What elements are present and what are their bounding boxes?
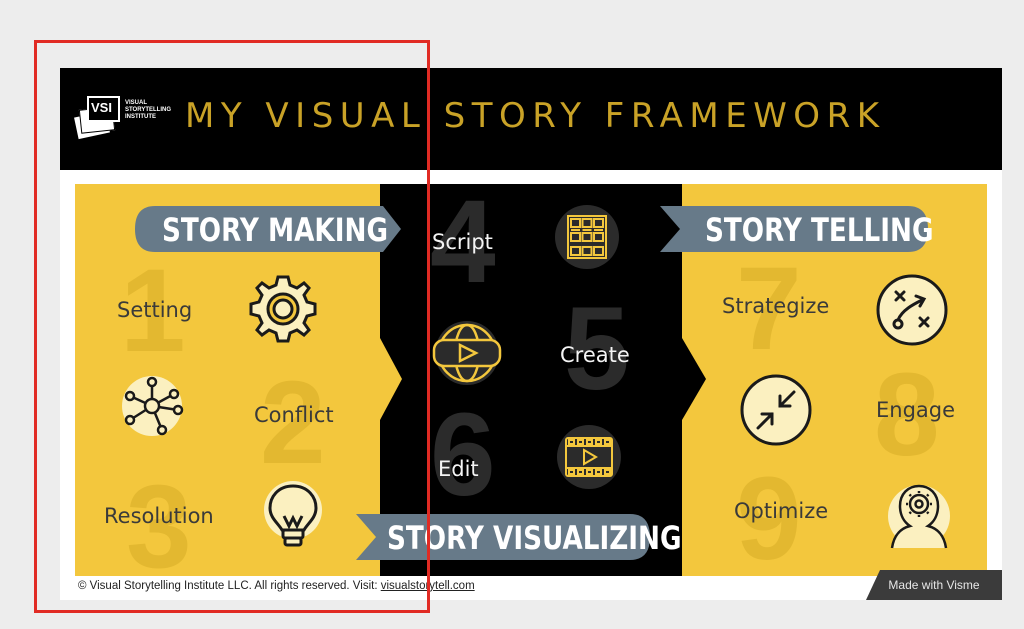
chevron-visualizing-to-telling (682, 338, 706, 420)
head-gear-icon (888, 484, 950, 549)
highlight-box (34, 40, 430, 613)
play-diagram-icon (876, 274, 948, 346)
step-label-script: Script (432, 230, 493, 254)
story-telling-title: STORY TELLING (705, 211, 934, 249)
made-with-visme-badge[interactable]: Made with Visme (866, 570, 1002, 600)
converging-arrows-icon (740, 374, 812, 446)
film-strip-play-icon (557, 425, 621, 489)
step-number-6: 6 (430, 389, 496, 521)
storyboard-grid-icon (555, 205, 619, 269)
step-label-create: Create (560, 343, 630, 367)
step-label-optimize: Optimize (734, 499, 829, 523)
step-label-strategize: Strategize (722, 294, 830, 318)
step-label-edit: Edit (438, 457, 479, 481)
globe-play-icon (432, 321, 502, 385)
story-visualizing-title: STORY VISUALIZING (387, 519, 682, 557)
step-label-engage: Engage (876, 398, 956, 422)
